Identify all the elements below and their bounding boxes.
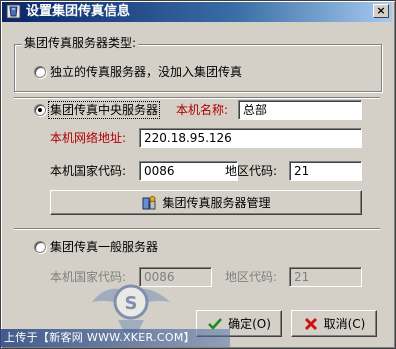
watermark-logo: S	[92, 284, 170, 332]
area-code-label: 地区代码:	[225, 164, 278, 178]
server-type-group-label: 集团传真服务器类型:	[22, 36, 139, 50]
general-server-radio[interactable]	[34, 241, 46, 253]
general-area-code-input: 21	[289, 267, 362, 287]
section-divider-bottom	[14, 228, 380, 230]
fax-app-icon	[6, 4, 21, 19]
server-manage-icon	[142, 195, 156, 209]
network-address-input[interactable]: 220.18.95.126	[139, 128, 362, 148]
manage-button-label: 集团传真服务器管理	[162, 196, 271, 210]
standalone-radio-label[interactable]: 独立的传真服务器，没加入集团传真	[50, 65, 242, 79]
general-server-radio-label[interactable]: 集团传真一般服务器	[50, 240, 158, 254]
central-server-radio[interactable]	[34, 104, 46, 116]
window-title: 设置集团传真信息	[26, 4, 131, 19]
area-code-input[interactable]: 21	[289, 161, 362, 181]
central-server-radio-label[interactable]: 集团传真中央服务器	[47, 101, 161, 119]
close-icon: ×	[376, 4, 386, 17]
section-divider-top	[14, 97, 380, 99]
country-code-label: 本机国家代码:	[50, 164, 127, 178]
network-address-label: 本机网络地址:	[50, 131, 127, 145]
host-name-input[interactable]: 总部	[238, 100, 362, 120]
radio-selected-dot	[38, 108, 42, 112]
cancel-button[interactable]: 取消(C)	[291, 310, 377, 337]
host-name-label: 本机名称:	[176, 103, 229, 117]
standalone-radio[interactable]	[34, 66, 46, 78]
cancel-x-icon	[304, 317, 317, 330]
group-fax-server-manage-button[interactable]: 集团传真服务器管理	[50, 190, 362, 215]
country-code-input[interactable]: 0086	[139, 161, 238, 181]
svg-text:S: S	[125, 293, 138, 314]
ok-button-label: 确定(O)	[228, 317, 271, 331]
watermark-text: 上传于【新客网 WWW.XKER.COM】	[4, 331, 195, 344]
title-bar[interactable]: 设置集团传真信息 ×	[2, 2, 392, 22]
general-area-code-label: 地区代码:	[225, 270, 278, 284]
cancel-button-label: 取消(C)	[323, 317, 366, 331]
close-button[interactable]: ×	[373, 4, 389, 18]
